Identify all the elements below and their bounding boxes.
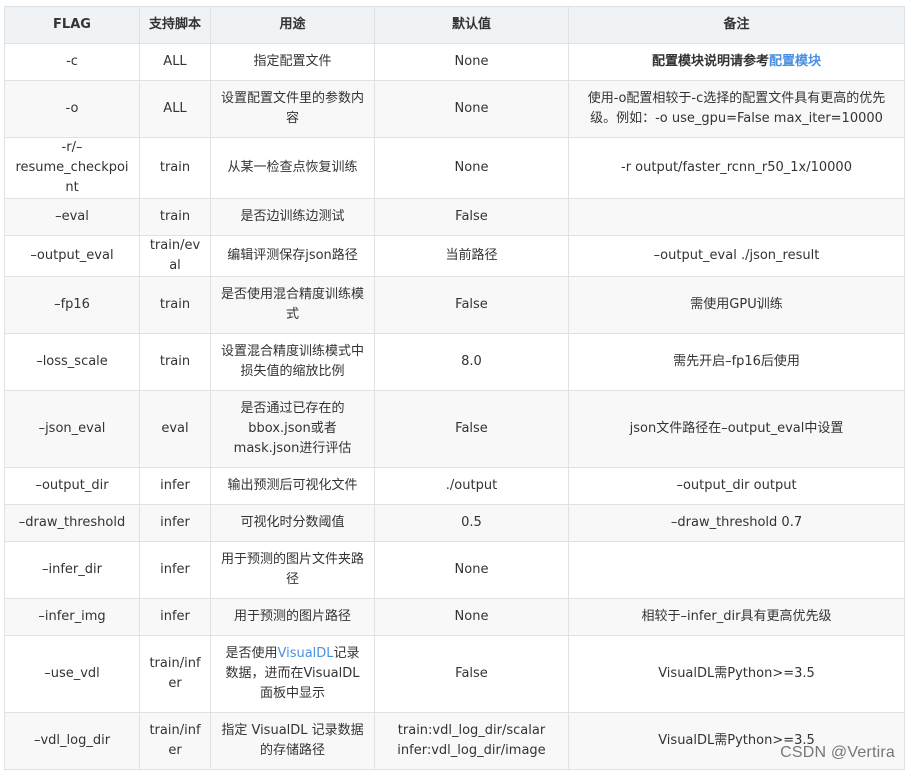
cell-default: None [374, 541, 569, 599]
config-module-link[interactable]: 配置模块 [769, 54, 821, 69]
cell-note: –output_eval ./json_result [568, 235, 905, 277]
cell-flag: –infer_img [4, 598, 140, 636]
cell-default: False [374, 635, 569, 713]
cell-usage: 用于预测的图片路径 [210, 598, 375, 636]
cell-note: json文件路径在–output_eval中设置 [568, 390, 905, 468]
cell-script: train/infer [139, 635, 211, 713]
cell-usage: 设置混合精度训练模式中损失值的缩放比例 [210, 333, 375, 391]
cell-script: train [139, 333, 211, 391]
cell-usage: 是否使用混合精度训练模式 [210, 276, 375, 334]
cell-default: None [374, 43, 569, 81]
table-row: –json_eval eval 是否通过已存在的bbox.json或者mask.… [4, 390, 905, 468]
cell-flag: –output_eval [4, 235, 140, 277]
cell-default: 8.0 [374, 333, 569, 391]
header-default: 默认值 [374, 6, 569, 44]
table-row: -o ALL 设置配置文件里的参数内容 None 使用-o配置相较于-c选择的配… [4, 80, 905, 138]
cell-note: 相较于–infer_dir具有更高优先级 [568, 598, 905, 636]
cell-script: infer [139, 598, 211, 636]
header-flag: FLAG [4, 6, 140, 44]
cell-default: False [374, 198, 569, 236]
cell-flag: -c [4, 43, 140, 81]
cell-flag: -o [4, 80, 140, 138]
header-usage: 用途 [210, 6, 375, 44]
header-note: 备注 [568, 6, 905, 44]
table-row: –vdl_log_dir train/infer 指定 VisualDL 记录数… [4, 712, 905, 770]
cell-usage: 指定配置文件 [210, 43, 375, 81]
cell-usage: 从某一检查点恢复训练 [210, 137, 375, 199]
flag-table: FLAG 支持脚本 用途 默认值 备注 -c ALL 指定配置文件 None 配… [4, 6, 905, 770]
cell-script: eval [139, 390, 211, 468]
table-row: –use_vdl train/infer 是否使用VisualDL记录数据，进而… [4, 635, 905, 713]
cell-default: ./output [374, 467, 569, 505]
cell-script: infer [139, 541, 211, 599]
cell-flag: -r/–resume_checkpoint [4, 137, 140, 199]
cell-flag: –use_vdl [4, 635, 140, 713]
cell-script: train [139, 276, 211, 334]
table-header-row: FLAG 支持脚本 用途 默认值 备注 [4, 6, 905, 44]
cell-flag: –eval [4, 198, 140, 236]
usage-text-prefix: 是否使用 [225, 646, 278, 661]
cell-usage: 设置配置文件里的参数内容 [210, 80, 375, 138]
cell-script: ALL [139, 80, 211, 138]
cell-flag: –loss_scale [4, 333, 140, 391]
cell-flag: –fp16 [4, 276, 140, 334]
cell-script: train [139, 137, 211, 199]
table-row: –output_dir infer 输出预测后可视化文件 ./output –o… [4, 467, 905, 505]
table-row: –eval train 是否边训练边测试 False [4, 198, 905, 236]
cell-usage: 可视化时分数阈值 [210, 504, 375, 542]
cell-usage: 指定 VisualDL 记录数据的存储路径 [210, 712, 375, 770]
table-row: –draw_threshold infer 可视化时分数阈值 0.5 –draw… [4, 504, 905, 542]
cell-note: 需先开启–fp16后使用 [568, 333, 905, 391]
cell-script: ALL [139, 43, 211, 81]
cell-usage: 输出预测后可视化文件 [210, 467, 375, 505]
visualdl-link[interactable]: VisualDL [277, 646, 333, 661]
cell-usage: 用于预测的图片文件夹路径 [210, 541, 375, 599]
table-row: –infer_dir infer 用于预测的图片文件夹路径 None [4, 541, 905, 599]
cell-flag: –vdl_log_dir [4, 712, 140, 770]
cell-script: infer [139, 467, 211, 505]
default-line-2: infer:vdl_log_dir/image [397, 743, 546, 758]
cell-note: -r output/faster_rcnn_r50_1x/10000 [568, 137, 905, 199]
cell-note: –output_dir output [568, 467, 905, 505]
cell-note: 使用-o配置相较于-c选择的配置文件具有更高的优先级。例如：-o use_gpu… [568, 80, 905, 138]
cell-flag: –json_eval [4, 390, 140, 468]
cell-default: 当前路径 [374, 235, 569, 277]
cell-flag: –draw_threshold [4, 504, 140, 542]
cell-flag: –infer_dir [4, 541, 140, 599]
cell-note: –draw_threshold 0.7 [568, 504, 905, 542]
cell-script: train/eval [139, 235, 211, 277]
cell-default: None [374, 137, 569, 199]
cell-usage: 编辑评测保存json路径 [210, 235, 375, 277]
cell-note: 配置模块说明请参考配置模块 [568, 43, 905, 81]
cell-default: False [374, 276, 569, 334]
cell-default: train:vdl_log_dir/scalar infer:vdl_log_di… [374, 712, 569, 770]
table-row: –fp16 train 是否使用混合精度训练模式 False 需使用GPU训练 [4, 276, 905, 334]
cell-usage: 是否使用VisualDL记录数据，进而在VisualDL面板中显示 [210, 635, 375, 713]
cell-note [568, 541, 905, 599]
note-text: 配置模块说明请参考 [651, 54, 769, 69]
cell-default: None [374, 598, 569, 636]
header-script: 支持脚本 [139, 6, 211, 44]
cell-usage: 是否通过已存在的bbox.json或者mask.json进行评估 [210, 390, 375, 468]
cell-note: 需使用GPU训练 [568, 276, 905, 334]
cell-flag: –output_dir [4, 467, 140, 505]
table-row: -c ALL 指定配置文件 None 配置模块说明请参考配置模块 [4, 43, 905, 81]
default-line-1: train:vdl_log_dir/scalar [397, 723, 546, 738]
csdn-watermark: CSDN @Vertira [780, 744, 895, 761]
cell-script: infer [139, 504, 211, 542]
cell-note: VisualDL需Python>=3.5 [568, 635, 905, 713]
cell-default: 0.5 [374, 504, 569, 542]
cell-script: train/infer [139, 712, 211, 770]
cell-script: train [139, 198, 211, 236]
table-row: –output_eval train/eval 编辑评测保存json路径 当前路… [4, 235, 905, 277]
table-row: -r/–resume_checkpoint train 从某一检查点恢复训练 N… [4, 137, 905, 199]
table-row: –infer_img infer 用于预测的图片路径 None 相较于–infe… [4, 598, 905, 636]
cell-default: False [374, 390, 569, 468]
cell-note [568, 198, 905, 236]
cell-usage: 是否边训练边测试 [210, 198, 375, 236]
cell-default: None [374, 80, 569, 138]
table-row: –loss_scale train 设置混合精度训练模式中损失值的缩放比例 8.… [4, 333, 905, 391]
